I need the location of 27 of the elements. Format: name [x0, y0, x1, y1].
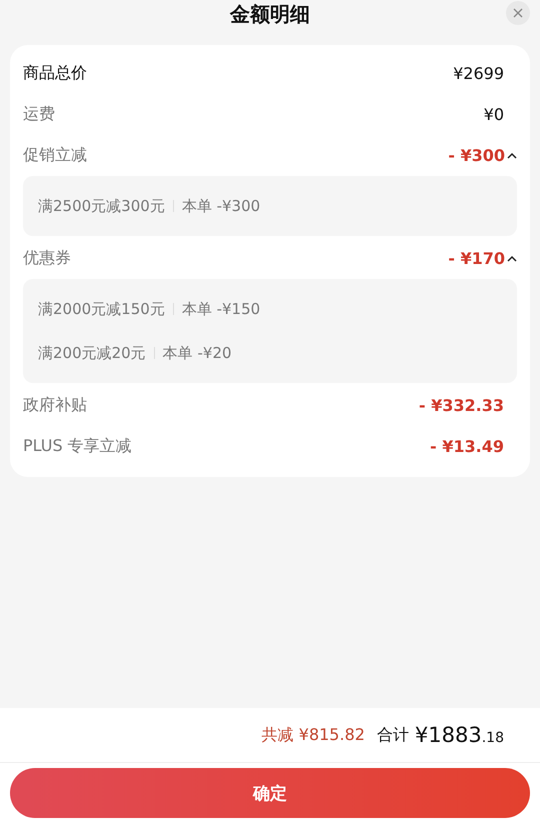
price-label: PLUS 专享立减: [23, 436, 132, 457]
total-label: 合计: [376, 724, 409, 746]
close-button[interactable]: [506, 1, 530, 25]
discount-saving: 本单 -¥20: [162, 344, 232, 362]
price-amount: - ¥300: [448, 146, 505, 165]
price-amount: ¥2699: [453, 64, 504, 83]
sheet-title: 金额明细: [230, 1, 310, 28]
discount-rule: 满2500元减300元: [38, 196, 165, 216]
price-label: 商品总价: [23, 63, 87, 84]
total-amount: ¥1883.18: [414, 723, 504, 747]
price-label: 促销立减: [23, 145, 87, 166]
confirm-button[interactable]: 确定: [10, 768, 530, 818]
discount-rule: 满200元减20元: [38, 344, 146, 362]
price-label: 运费: [23, 104, 55, 125]
caret-icon[interactable]: [507, 255, 517, 262]
discount-saving: 本单 -¥300: [182, 196, 260, 216]
caret-icon[interactable]: [507, 152, 517, 159]
discount-rule: 满2000元减150元: [38, 300, 165, 318]
price-amount: ¥0: [484, 105, 504, 124]
price-amount: - ¥170: [448, 249, 505, 268]
saved-total: 共减 ¥815.82: [262, 724, 365, 746]
discount-saving: 本单 -¥150: [182, 300, 260, 318]
price-amount: - ¥332.33: [418, 396, 504, 415]
close-icon: [513, 8, 523, 18]
price-amount: - ¥13.49: [430, 437, 504, 456]
price-label: 优惠券: [23, 248, 71, 269]
price-label: 政府补贴: [23, 395, 87, 416]
